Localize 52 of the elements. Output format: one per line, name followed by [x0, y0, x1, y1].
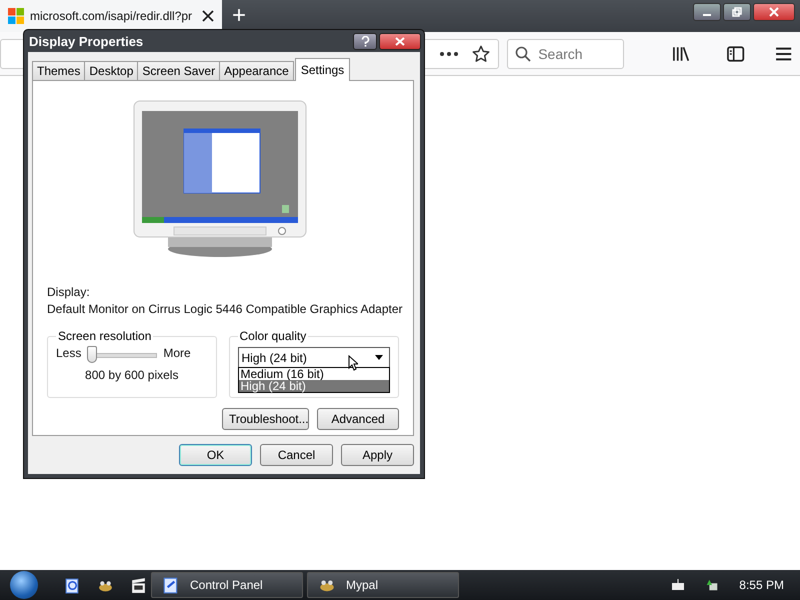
- more-icon[interactable]: [440, 52, 458, 56]
- browser-tab[interactable]: microsoft.com/isapi/redir.dll?pr: [0, 0, 222, 32]
- dropdown-option[interactable]: Medium (16 bit): [238, 368, 389, 380]
- star-icon[interactable]: [472, 44, 490, 62]
- page-icon[interactable]: [64, 576, 81, 594]
- control-panel-icon: [162, 576, 180, 594]
- tab[interactable]: Appearance: [219, 61, 294, 80]
- display-label: Display:: [47, 285, 91, 299]
- clapperboard-icon[interactable]: [130, 576, 147, 594]
- close-button[interactable]: [379, 32, 421, 50]
- close-icon: [769, 7, 779, 17]
- minimize-button[interactable]: [693, 3, 721, 21]
- dropdown-option[interactable]: High (24 bit): [238, 380, 389, 392]
- search-field[interactable]: Search: [507, 38, 624, 68]
- keyboard-icon[interactable]: [671, 578, 686, 592]
- close-button[interactable]: [753, 3, 795, 21]
- group-title: Screen resolution: [56, 329, 154, 343]
- group-title: Color quality: [238, 329, 308, 343]
- minimize-icon: [703, 14, 711, 16]
- help-button[interactable]: [353, 32, 377, 50]
- windows-logo-icon: [8, 8, 24, 24]
- clock: 8:55 PM: [739, 578, 784, 592]
- start-button[interactable]: [10, 571, 38, 599]
- sidebar-icon[interactable]: [727, 46, 745, 62]
- tab[interactable]: Screen Saver: [137, 61, 220, 80]
- search-icon: [515, 46, 532, 62]
- dialog-button[interactable]: Advanced: [317, 408, 399, 430]
- dialog-button[interactable]: Apply: [341, 444, 414, 466]
- dialog-button[interactable]: Cancel: [260, 444, 333, 466]
- window-title: Display Properties: [29, 34, 144, 48]
- new-tab-button[interactable]: +: [222, 0, 256, 32]
- caret-icon: [375, 355, 383, 360]
- taskbar-button[interactable]: Mypal: [307, 572, 459, 598]
- dialog-button[interactable]: Troubleshoot...: [222, 408, 309, 430]
- library-icon[interactable]: [672, 46, 690, 62]
- resolution-reading: 800 by 600 pixels: [85, 368, 178, 382]
- tab[interactable]: Settings: [294, 58, 350, 81]
- slider-min-label: Less: [56, 346, 82, 360]
- close-icon[interactable]: [202, 10, 214, 22]
- tab[interactable]: Themes: [32, 61, 86, 80]
- network-icon[interactable]: [705, 578, 720, 592]
- taskbar-button[interactable]: Control Panel: [151, 572, 303, 598]
- close-icon: [395, 36, 405, 46]
- restore-icon: [732, 7, 742, 17]
- slider-max-label: More: [163, 346, 191, 360]
- slider-thumb[interactable]: [87, 346, 98, 363]
- restore-button[interactable]: [723, 3, 751, 21]
- tab[interactable]: Desktop: [84, 61, 138, 80]
- color-quality-dropdown[interactable]: High (24 bit): [238, 347, 390, 368]
- dialog-button[interactable]: OK: [179, 444, 252, 466]
- menu-icon[interactable]: [774, 46, 792, 62]
- help-icon: [360, 36, 370, 46]
